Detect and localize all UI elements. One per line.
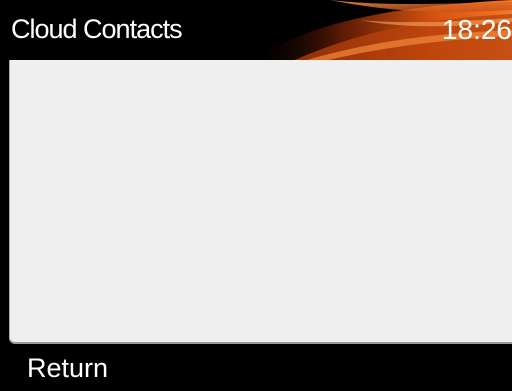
page-title: Cloud Contacts bbox=[11, 14, 183, 44]
phone-screen: Cloud Contacts 18:26 Return bbox=[0, 0, 512, 391]
return-softkey[interactable]: Return bbox=[27, 355, 108, 382]
contacts-list-area[interactable] bbox=[9, 60, 512, 344]
clock-time: 18:26 bbox=[441, 14, 512, 45]
softkey-bar: Return bbox=[0, 346, 512, 391]
title-bar: Cloud Contacts 18:26 bbox=[0, 0, 512, 62]
